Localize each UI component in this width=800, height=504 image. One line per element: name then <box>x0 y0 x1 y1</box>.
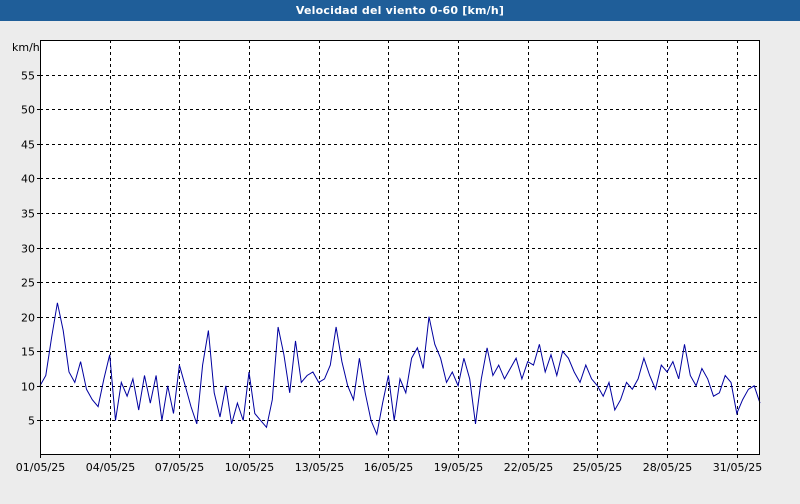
chart-title: Velocidad del viento 0-60 [km/h] <box>0 0 800 21</box>
y-tick-label: 10 <box>21 381 35 394</box>
x-axis-ticks: 01/05/25 04/05/25 07/05/25 10/05/25 13/05/25… <box>16 455 762 474</box>
y-tick-label: 55 <box>21 70 35 83</box>
y-axis-ticks: 5 10 15 20 25 30 35 40 45 50 55 <box>21 70 40 428</box>
x-tick-label: 07/05/25 <box>155 461 204 474</box>
x-tick-label: 01/05/25 <box>16 461 65 474</box>
x-tick-label: 31/05/25 <box>713 461 762 474</box>
y-tick-label: 45 <box>21 139 35 152</box>
wind-speed-chart: 5 10 15 20 25 30 35 40 45 50 55 01/05/25 04/05/25 07… <box>12 40 762 474</box>
y-axis-label: km/h <box>12 41 40 54</box>
x-tick-label: 19/05/25 <box>434 461 483 474</box>
y-tick-label: 50 <box>21 104 35 117</box>
y-tick-label: 20 <box>21 312 35 325</box>
y-tick-label: 30 <box>21 243 35 256</box>
y-tick-label: 5 <box>28 415 35 428</box>
y-tick-label: 15 <box>21 346 35 359</box>
x-tick-label: 25/05/25 <box>573 461 622 474</box>
x-tick-label: 28/05/25 <box>643 461 692 474</box>
y-tick-label: 25 <box>21 277 35 290</box>
x-tick-label: 13/05/25 <box>295 461 344 474</box>
x-tick-label: 04/05/25 <box>86 461 135 474</box>
x-tick-label: 16/05/25 <box>364 461 413 474</box>
chart-area: 5 10 15 20 25 30 35 40 45 50 55 01/05/25 04/05/25 07… <box>0 21 800 500</box>
y-tick-label: 35 <box>21 208 35 221</box>
x-tick-label: 10/05/25 <box>225 461 274 474</box>
x-tick-label: 22/05/25 <box>504 461 553 474</box>
y-tick-label: 40 <box>21 173 35 186</box>
